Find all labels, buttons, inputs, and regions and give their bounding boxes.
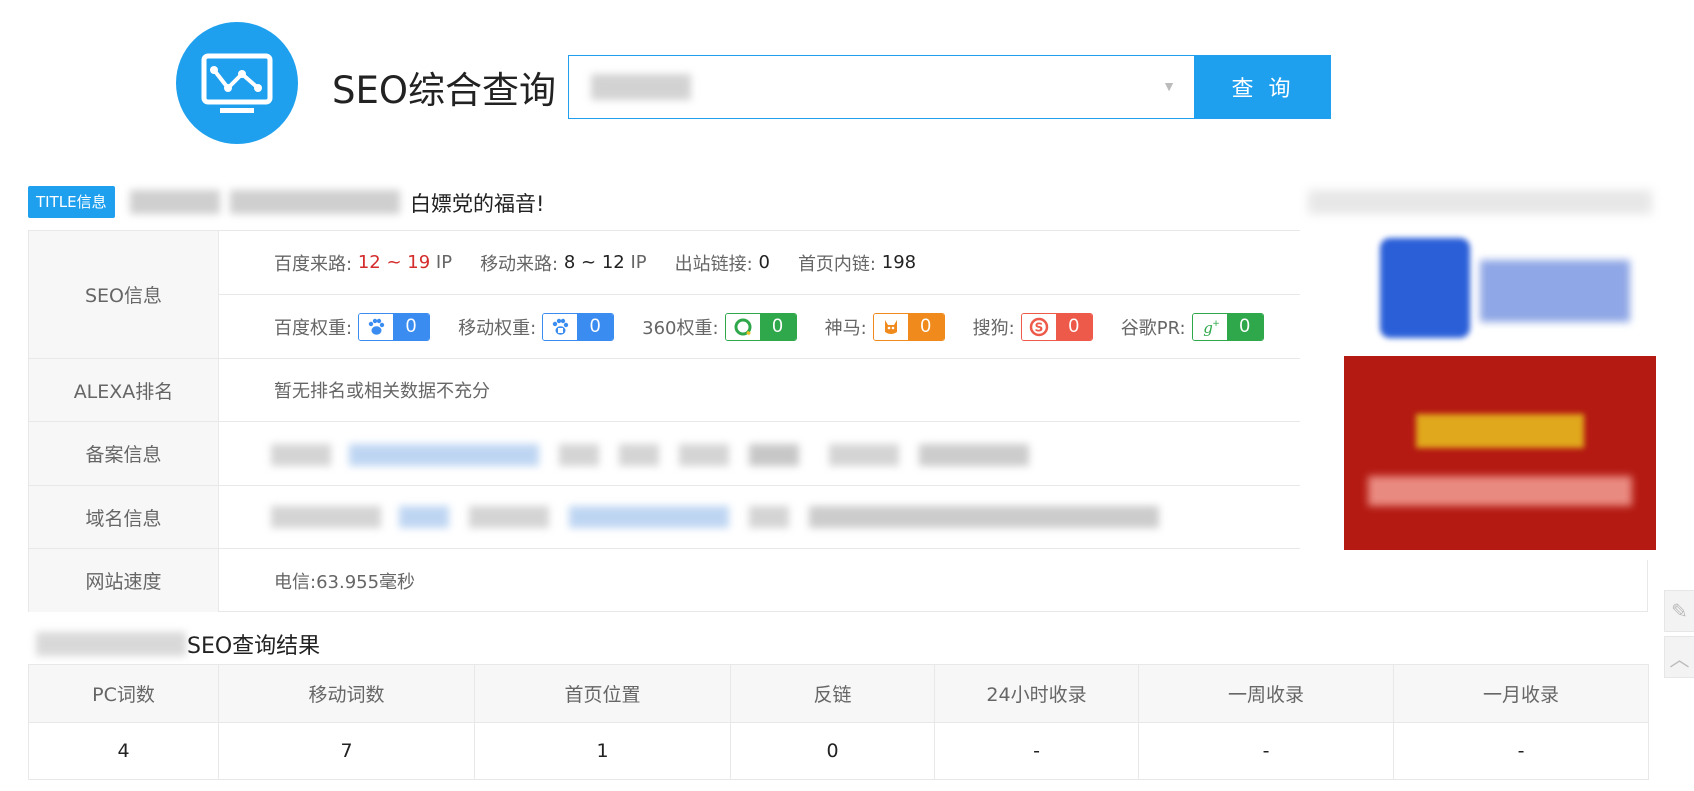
outbound-links-value[interactable]: 0 [758,252,769,273]
mobile-weight-label: 移动权重: [458,317,537,339]
speed-label: 网站速度 [29,549,219,612]
redacted-domain-name [36,632,186,656]
redacted-title-part [130,190,220,214]
results-header-row: PC词数 移动词数 首页位置 反链 24小时收录 一周收录 一月收录 [28,664,1649,723]
google-pr-value: 0 [1226,313,1263,340]
icp-label: 备案信息 [29,422,219,485]
edit-pencil-icon[interactable]: ✎ [1664,590,1694,632]
mobile-weight-value: 0 [577,313,614,340]
redacted-domain [591,74,691,100]
outbound-links-label: 出站链接: [674,253,753,275]
sogou-weight-badge[interactable]: S 0 [1020,312,1093,341]
header-24h-indexed: 24小时收录 [934,664,1139,723]
24h-indexed-value: - [934,722,1139,780]
month-indexed-value: - [1393,722,1649,780]
backlinks-value[interactable]: 0 [730,722,935,780]
svg-text:+: + [1212,319,1220,329]
redacted-title-part [230,190,400,214]
seo-info-label: SEO信息 [29,231,219,358]
seo-results-table: PC词数 移动词数 首页位置 反链 24小时收录 一周收录 一月收录 4 7 1… [28,664,1649,780]
header-mobile-keywords: 移动词数 [218,664,475,723]
google-plus-icon: g + [1192,313,1227,340]
mobile-paw-icon [543,313,578,340]
baidu-traffic-label: 百度来路: [274,253,353,275]
baidu-weight-value: 0 [393,313,430,340]
mobile-traffic-value[interactable]: 8 ~ 12 [564,252,625,273]
domain-label: 域名信息 [29,486,219,548]
header-homepage-position: 首页位置 [474,664,731,723]
sogou-icon: S [1021,313,1056,340]
internal-links-label: 首页内链: [797,253,877,275]
baidu-weight-label: 百度权重: [274,317,353,339]
shenma-icon [873,313,908,340]
internal-links-value[interactable]: 198 [882,252,916,273]
google-pr-label: 谷歌PR: [1120,317,1186,339]
results-value-row: 4 7 1 0 - - - [28,722,1649,780]
shenma-weight-value: 0 [907,313,944,340]
360-icon [725,313,760,340]
header-week-indexed: 一周收录 [1138,664,1394,723]
mobile-weight-badge[interactable]: 0 [542,312,615,341]
page-title: SEO综合查询 [332,69,556,112]
chevron-down-icon[interactable]: ▼ [1162,78,1176,94]
header-month-indexed: 一月收录 [1393,664,1649,723]
results-title: SEO查询结果 [187,634,321,659]
monitor-chart-icon [201,53,273,113]
sogou-weight-value: 0 [1055,313,1092,340]
homepage-position-value[interactable]: 1 [474,722,731,780]
pc-keywords-value[interactable]: 4 [28,722,219,780]
shenma-weight-badge[interactable]: 0 [872,312,945,341]
header-pc-keywords: PC词数 [28,664,219,723]
google-pr-badge[interactable]: g + 0 [1191,312,1264,341]
baidu-weight-badge[interactable]: 0 [358,312,431,341]
svg-text:S: S [1034,320,1043,334]
360-weight-badge[interactable]: 0 [724,312,797,341]
baidu-paw-icon [359,313,394,340]
app-logo [176,22,298,144]
redacted-ad-header [1308,190,1652,214]
alexa-label: ALEXA排名 [29,359,219,421]
360-weight-label: 360权重: [642,317,719,339]
week-indexed-value: - [1138,722,1394,780]
header-backlinks: 反链 [730,664,935,723]
search-button[interactable]: 查 询 [1195,55,1331,119]
baidu-traffic-value[interactable]: 12 ~ 19 [358,252,430,273]
baidu-traffic-unit: IP [435,252,453,273]
ad-logo-image [1380,238,1630,338]
back-to-top-icon[interactable]: ︿ [1664,636,1694,678]
360-weight-value: 0 [759,313,796,340]
mobile-keywords-value[interactable]: 7 [218,722,475,780]
title-info-badge: TITLE信息 [28,186,115,218]
sogou-weight-label: 搜狗: [972,317,1015,339]
page-title-text: 白嫖党的福音! [410,192,545,216]
ad-banner-image [1344,356,1656,550]
mobile-traffic-label: 移动来路: [480,253,559,275]
shenma-weight-label: 神马: [824,317,867,339]
qr-ad-block[interactable] [1300,190,1660,560]
mobile-traffic-unit: IP [630,252,647,273]
search-box[interactable]: ▼ [568,55,1195,119]
